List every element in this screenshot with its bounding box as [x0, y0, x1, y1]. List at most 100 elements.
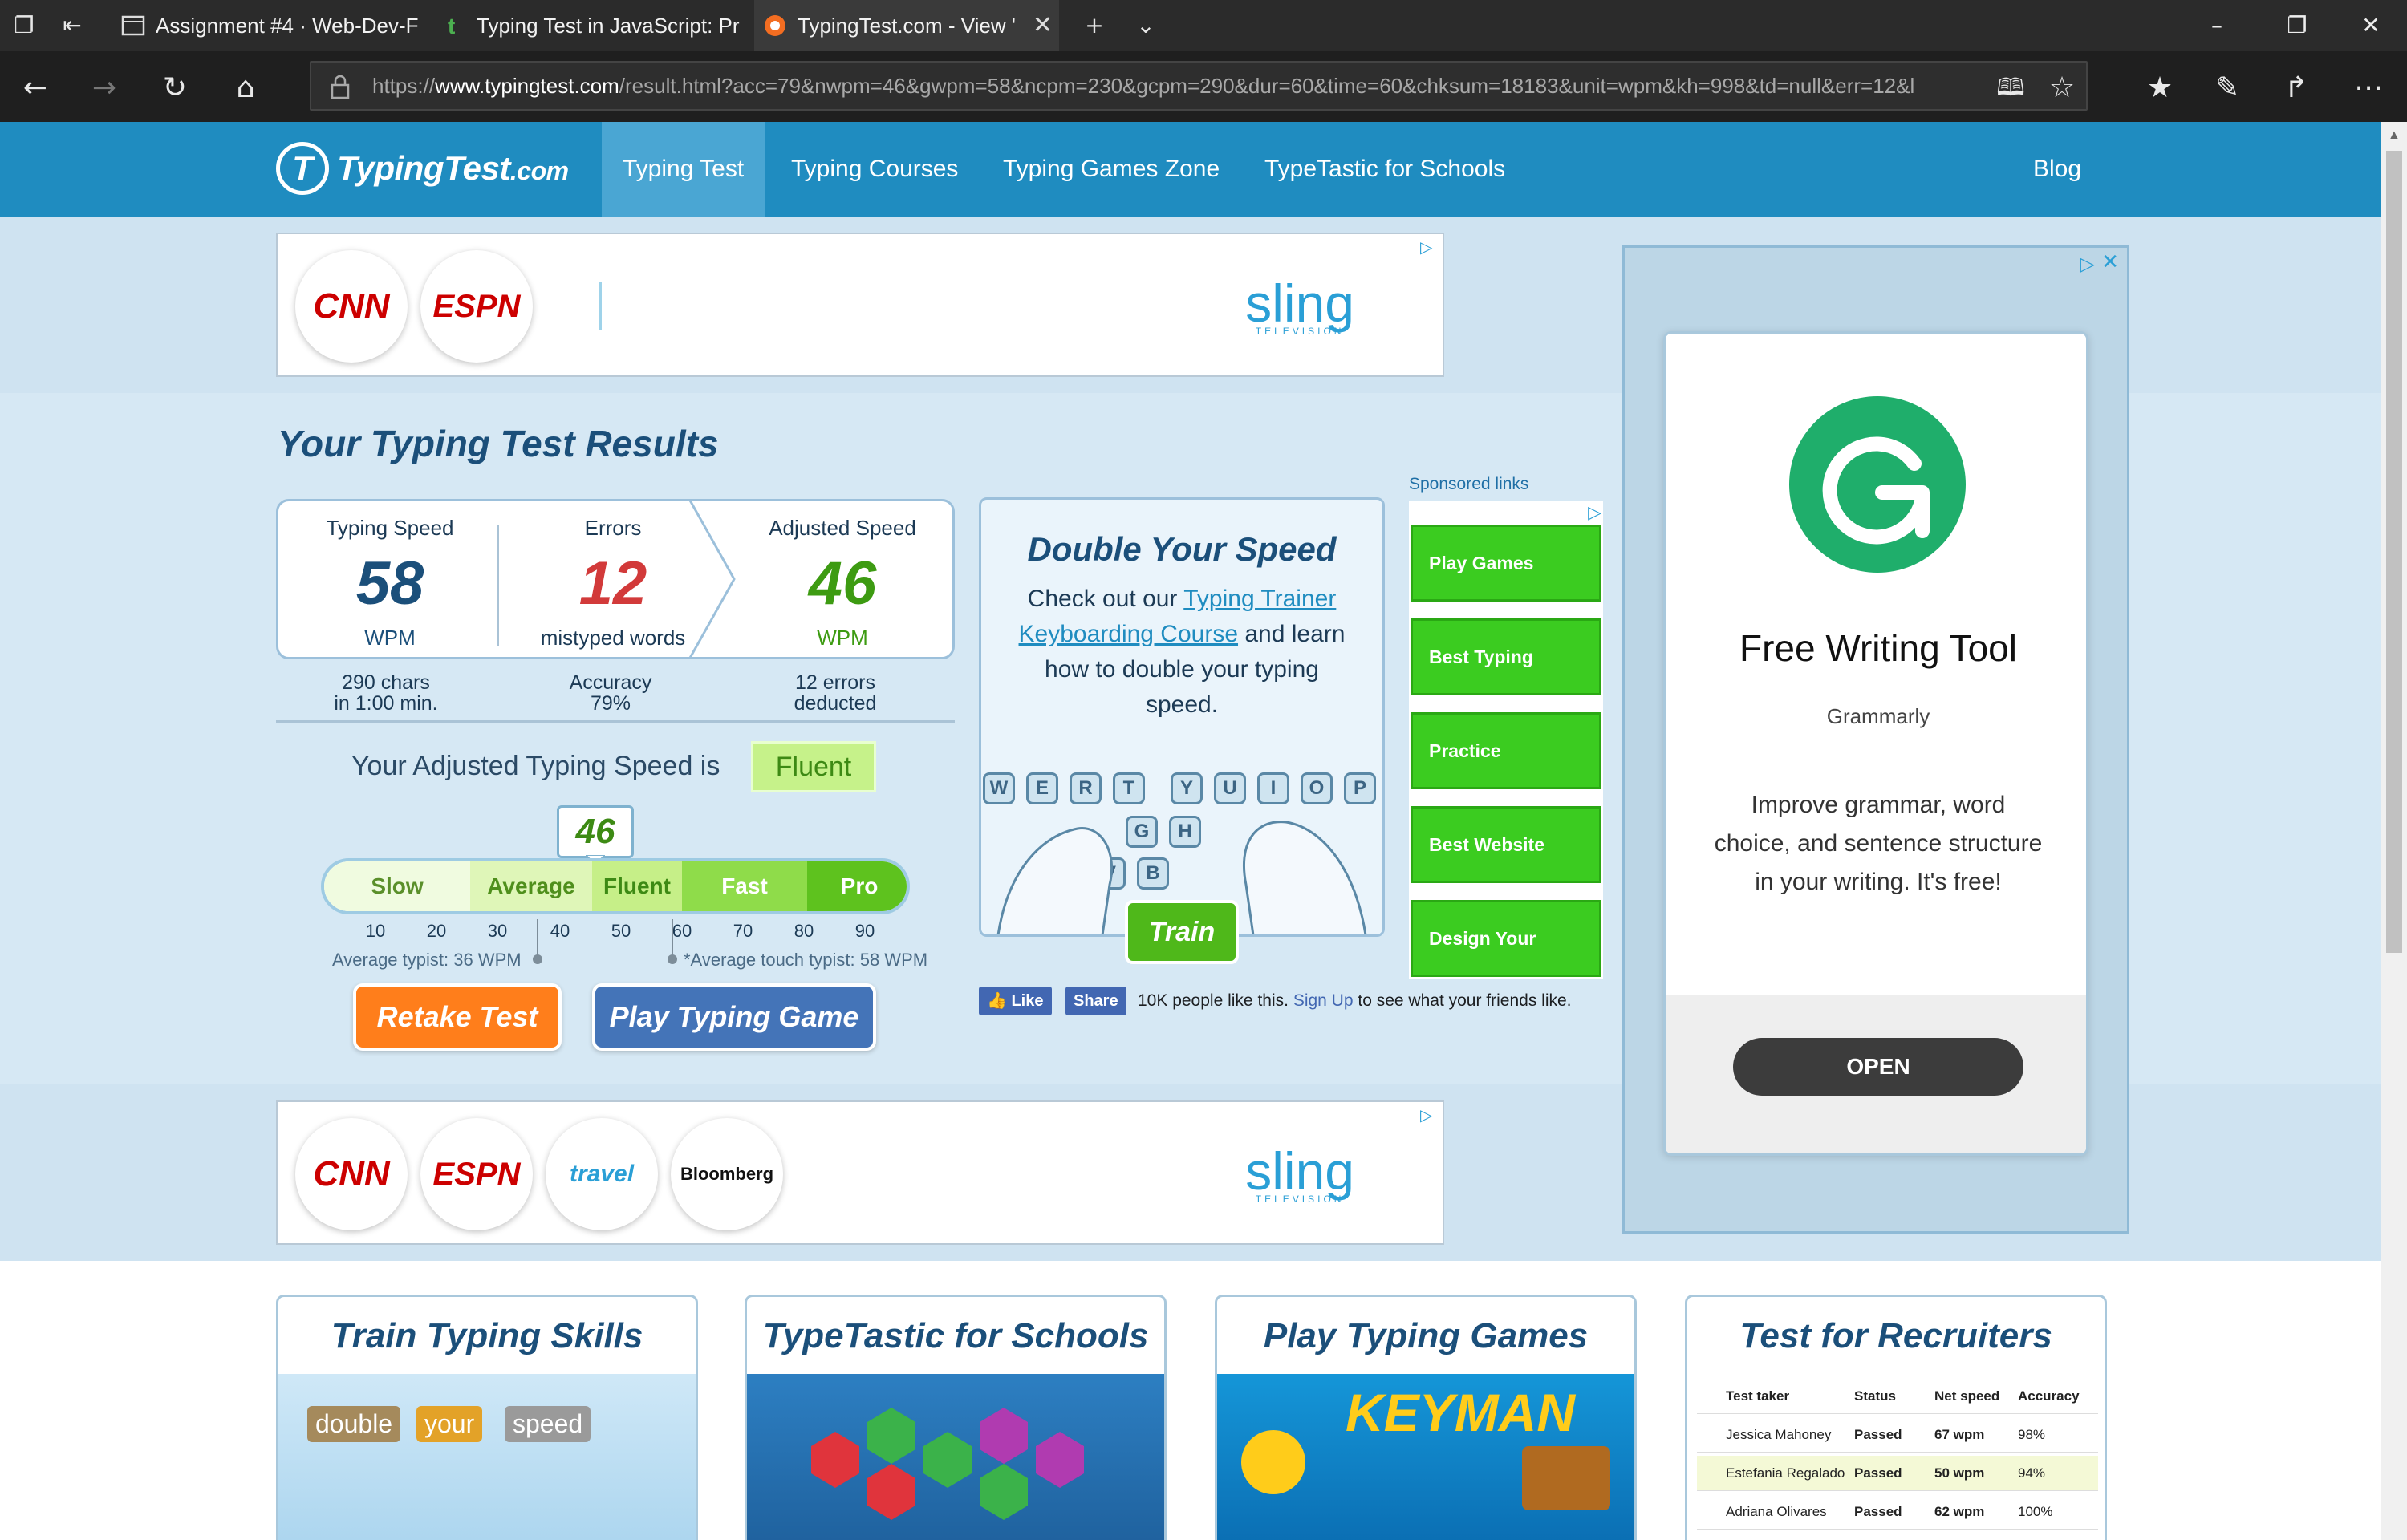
pen-icon[interactable]: ✎: [2210, 71, 2245, 106]
bloomberg-logo: Bloomberg: [671, 1118, 783, 1230]
tick-90: 90: [854, 921, 875, 941]
tab-title: TypingTest.com - View ': [798, 14, 1016, 38]
page-scrollbar[interactable]: ▲: [2381, 122, 2407, 1540]
adchoices-icon[interactable]: ▷: [1420, 1105, 1439, 1125]
top-banner-ad[interactable]: CNN ESPN sling TELEVISION ▷: [276, 233, 1444, 377]
sponsored-best-typing[interactable]: Best Typing: [1411, 618, 1601, 695]
minimize-icon[interactable]: –: [2181, 0, 2253, 51]
word-tile: speed: [505, 1406, 591, 1442]
avg-touch-dot: [668, 954, 677, 964]
tab-typingtest-active[interactable]: TypingTest.com - View ' ✕: [754, 0, 1059, 51]
reading-view-icon[interactable]: 🕮: [1993, 71, 2028, 106]
grammarly-logo-icon: [1789, 396, 1966, 573]
tab-actions-icon[interactable]: ❐: [10, 11, 39, 40]
sponsored-best-website[interactable]: Best Website: [1411, 806, 1601, 883]
right-side-ad[interactable]: ▷ ✕ Free Writing Tool Grammarly Improve …: [1622, 245, 2129, 1234]
table-row[interactable]: Adriana Olivares Passed 62 wpm 100%: [1697, 1494, 2098, 1530]
adjusted-speed-value: 46: [808, 549, 877, 618]
card-title: Test for Recruiters: [1739, 1316, 2052, 1356]
keyman-character: [1241, 1430, 1305, 1494]
facebook-share-button[interactable]: Share: [1065, 987, 1126, 1015]
tab-assignment[interactable]: Assignment #4 · Web-Dev-F: [112, 0, 433, 51]
ad-title: Free Writing Tool: [1739, 627, 2017, 669]
adjusted-speed-unit: WPM: [817, 626, 868, 650]
card-title: TypeTastic for Schools: [762, 1316, 1149, 1356]
meter-slow: Slow: [324, 861, 470, 911]
card-test-for-recruiters[interactable]: Test for Recruiters Test taker Status Ne…: [1685, 1295, 2107, 1540]
close-window-icon[interactable]: ✕: [2335, 0, 2407, 51]
tick-10: 10: [365, 921, 386, 941]
adchoices-icon[interactable]: ▷: [2080, 253, 2095, 276]
refresh-icon[interactable]: ↻: [157, 71, 193, 106]
typing-speed-label: Typing Speed: [326, 516, 454, 540]
home-icon[interactable]: ⌂: [228, 71, 263, 106]
card-image: double your speed: [278, 1374, 696, 1540]
restore-icon[interactable]: ❐: [2261, 0, 2333, 51]
back-icon[interactable]: ←: [18, 71, 53, 106]
table-row[interactable]: Estefania Regalado Passed 50 wpm 94%: [1697, 1456, 2098, 1491]
sponsored-label: Sponsored links: [1409, 475, 1529, 493]
card-play-typing-games[interactable]: Play Typing Games KEYMAN: [1215, 1295, 1637, 1540]
tab-typing-js[interactable]: t Typing Test in JavaScript: Pr: [433, 0, 754, 51]
logo-text: TypingTest.com: [337, 149, 569, 187]
site-logo[interactable]: T TypingTest.com: [276, 140, 569, 197]
logo-t-icon: T: [276, 142, 329, 195]
sponsored-design-your[interactable]: Design Your: [1411, 900, 1601, 977]
retake-test-button[interactable]: Retake Test: [353, 983, 562, 1051]
new-tab-icon[interactable]: +: [1080, 11, 1109, 40]
nav-blog[interactable]: Blog: [2012, 122, 2102, 217]
chevron-down-icon[interactable]: ⌄: [1131, 11, 1160, 40]
adchoices-icon[interactable]: ▷: [1588, 502, 1601, 523]
card-train-typing-skills[interactable]: Train Typing Skills double your speed: [276, 1295, 698, 1540]
more-icon[interactable]: ⋯: [2351, 71, 2386, 106]
close-tab-icon[interactable]: ✕: [1033, 0, 1053, 51]
chars-summary: 290 chars in 1:00 min.: [334, 671, 438, 715]
avg-typist-note: Average typist: 36 WPM: [332, 950, 522, 970]
keyboarding-course-link[interactable]: Keyboarding Course: [1019, 621, 1239, 647]
share-icon[interactable]: ↱: [2279, 71, 2314, 106]
meter-pro: Pro: [807, 861, 907, 911]
double-speed-promo: Double Your Speed Check out our Typing T…: [979, 497, 1385, 937]
signup-link[interactable]: Sign Up: [1293, 991, 1354, 1010]
promo-text: Check out our Typing Trainer Keyboarding…: [1018, 586, 1346, 718]
nav-typing-games-zone[interactable]: Typing Games Zone: [982, 122, 1240, 217]
typing-trainer-link[interactable]: Typing Trainer: [1183, 586, 1336, 612]
tab-title: Typing Test in JavaScript: Pr: [477, 14, 740, 38]
nav-typing-courses[interactable]: Typing Courses: [770, 122, 979, 217]
close-ad-icon[interactable]: ✕: [2101, 249, 2119, 274]
level-badge: Fluent: [751, 741, 876, 792]
typingtest-favicon-icon: [765, 15, 785, 36]
typing-speed-stat: Typing Speed 58 WPM: [282, 516, 498, 650]
avg-touch-line: [672, 919, 673, 956]
scroll-thumb[interactable]: [2386, 151, 2402, 953]
set-aside-tabs-icon[interactable]: ⇤: [58, 11, 87, 40]
site-header: T TypingTest.com Typing Test Typing Cour…: [0, 122, 2381, 217]
scroll-up-icon[interactable]: ▲: [2388, 128, 2401, 143]
sponsored-play-games[interactable]: Play Games: [1411, 525, 1601, 602]
speed-meter: Slow Average Fluent Fast Pro: [321, 858, 910, 914]
bottom-banner-ad[interactable]: CNN ESPN travel Bloomberg sling TELEVISIO…: [276, 1100, 1444, 1245]
open-button[interactable]: OPEN: [1733, 1038, 2023, 1096]
results-title: Your Typing Test Results: [278, 423, 719, 464]
travel-logo: travel: [546, 1118, 658, 1230]
url-field[interactable]: https://www.typingtest.com/result.html?a…: [310, 61, 2088, 111]
favorite-star-icon[interactable]: ☆: [2044, 71, 2080, 106]
nav-typetastic[interactable]: TypeTastic for Schools: [1244, 122, 1526, 217]
promo-title: Double Your Speed: [1027, 530, 1337, 568]
sling-logo: sling TELEVISION: [1245, 274, 1354, 337]
stat-divider: [497, 525, 499, 646]
tick-30: 30: [487, 921, 508, 941]
facebook-like-button[interactable]: 👍 Like: [979, 987, 1052, 1015]
favorites-list-icon[interactable]: ★: [2142, 71, 2178, 106]
table-row[interactable]: Jessica Mahoney Passed 67 wpm 98%: [1697, 1417, 2098, 1453]
tick-70: 70: [733, 921, 753, 941]
forward-icon[interactable]: →: [87, 71, 122, 106]
play-typing-game-button[interactable]: Play Typing Game: [592, 983, 876, 1051]
sponsored-practice[interactable]: Practice: [1411, 712, 1601, 789]
card-typetastic[interactable]: TypeTastic for Schools: [745, 1295, 1167, 1540]
adjusted-sentence: Your Adjusted Typing Speed is: [351, 751, 720, 781]
nav-typing-test[interactable]: Typing Test: [602, 122, 765, 217]
train-button[interactable]: Train: [1125, 900, 1239, 964]
adchoices-icon[interactable]: ▷: [1420, 237, 1439, 257]
espn-logo: ESPN: [420, 250, 533, 363]
